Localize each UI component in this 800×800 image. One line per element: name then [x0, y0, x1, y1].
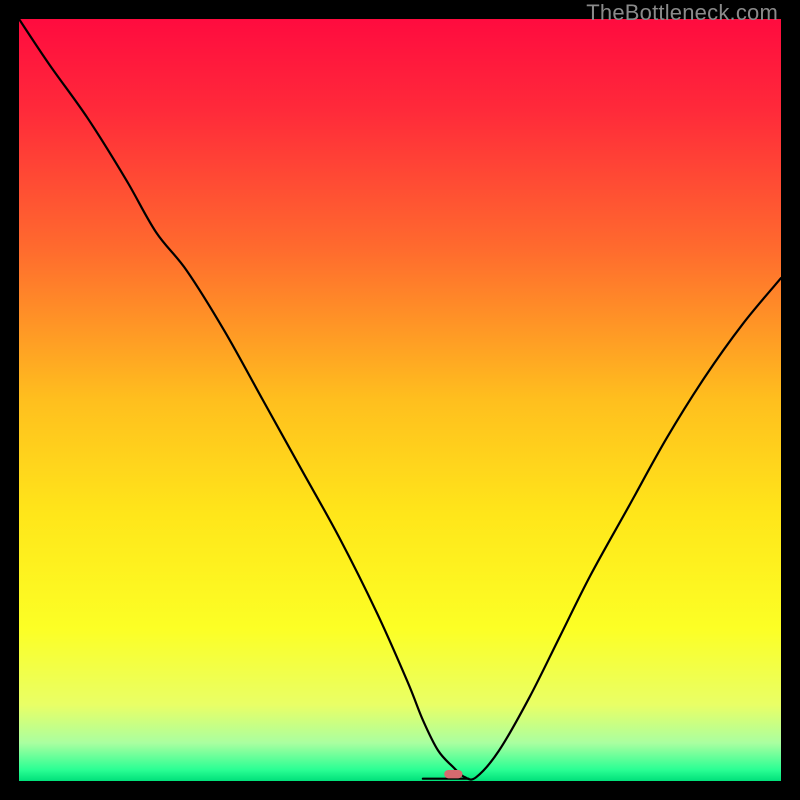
watermark-text: TheBottleneck.com [586, 0, 778, 26]
chart-frame [19, 19, 781, 781]
bottleneck-chart [19, 19, 781, 781]
optimum-marker [444, 770, 462, 778]
